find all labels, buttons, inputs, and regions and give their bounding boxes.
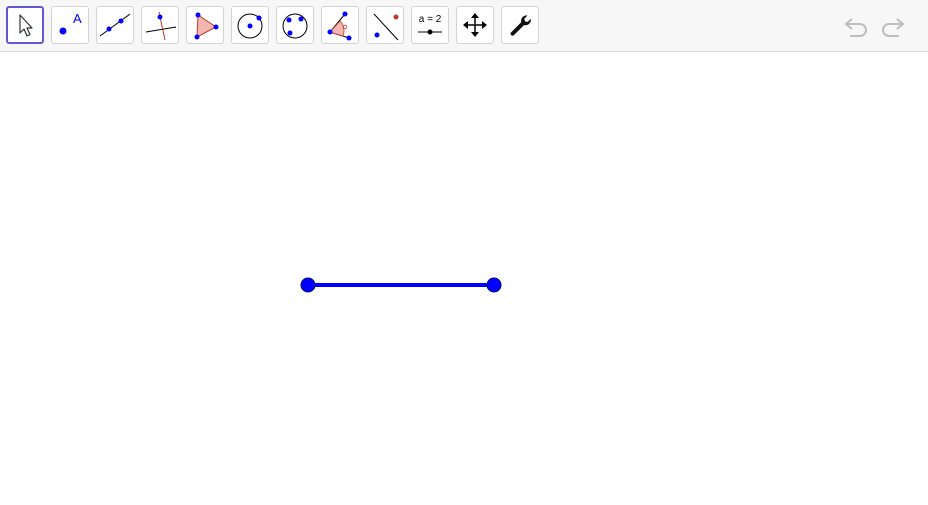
angle-icon — [327, 11, 352, 41]
undo-icon — [845, 18, 867, 37]
move-arrows-icon — [463, 13, 487, 37]
angle-tool-button[interactable] — [321, 6, 359, 44]
line-tool-button[interactable] — [96, 6, 134, 44]
slider-icon: a = 2 — [418, 14, 442, 35]
point-b[interactable] — [486, 277, 502, 293]
point-tool-glyph: A — [73, 11, 82, 26]
perpendicular-line-icon — [145, 11, 177, 41]
redo-button[interactable] — [877, 12, 909, 40]
perpendicular-line-tool-button[interactable] — [141, 6, 179, 44]
move-graphics-view-tool-button[interactable] — [456, 6, 494, 44]
reflect-about-line-tool-button[interactable] — [366, 6, 404, 44]
slider-tool-label: a = 2 — [419, 14, 442, 25]
circle-three-points-icon — [282, 13, 308, 39]
line-icon — [99, 13, 131, 37]
cursor-arrow-icon — [19, 14, 33, 37]
graphics-view[interactable] — [0, 53, 928, 500]
redo-icon — [882, 18, 904, 37]
circle-center-icon — [237, 13, 263, 39]
circle-center-point-tool-button[interactable] — [231, 6, 269, 44]
toolbar: A a = 2 — [0, 0, 928, 52]
undo-button[interactable] — [840, 12, 872, 40]
point-icon: A — [59, 11, 82, 35]
point-a[interactable] — [300, 277, 316, 293]
point-tool-button[interactable]: A — [51, 6, 89, 44]
reflect-icon — [373, 13, 399, 41]
wrench-icon — [510, 15, 531, 36]
polygon-icon — [194, 12, 219, 40]
polygon-tool-button[interactable] — [186, 6, 224, 44]
circle-three-points-tool-button[interactable] — [276, 6, 314, 44]
move-tool-button[interactable] — [6, 6, 44, 44]
graphics-canvas[interactable] — [0, 53, 928, 500]
settings-tool-button[interactable] — [501, 6, 539, 44]
slider-tool-button[interactable]: a = 2 — [411, 6, 449, 44]
